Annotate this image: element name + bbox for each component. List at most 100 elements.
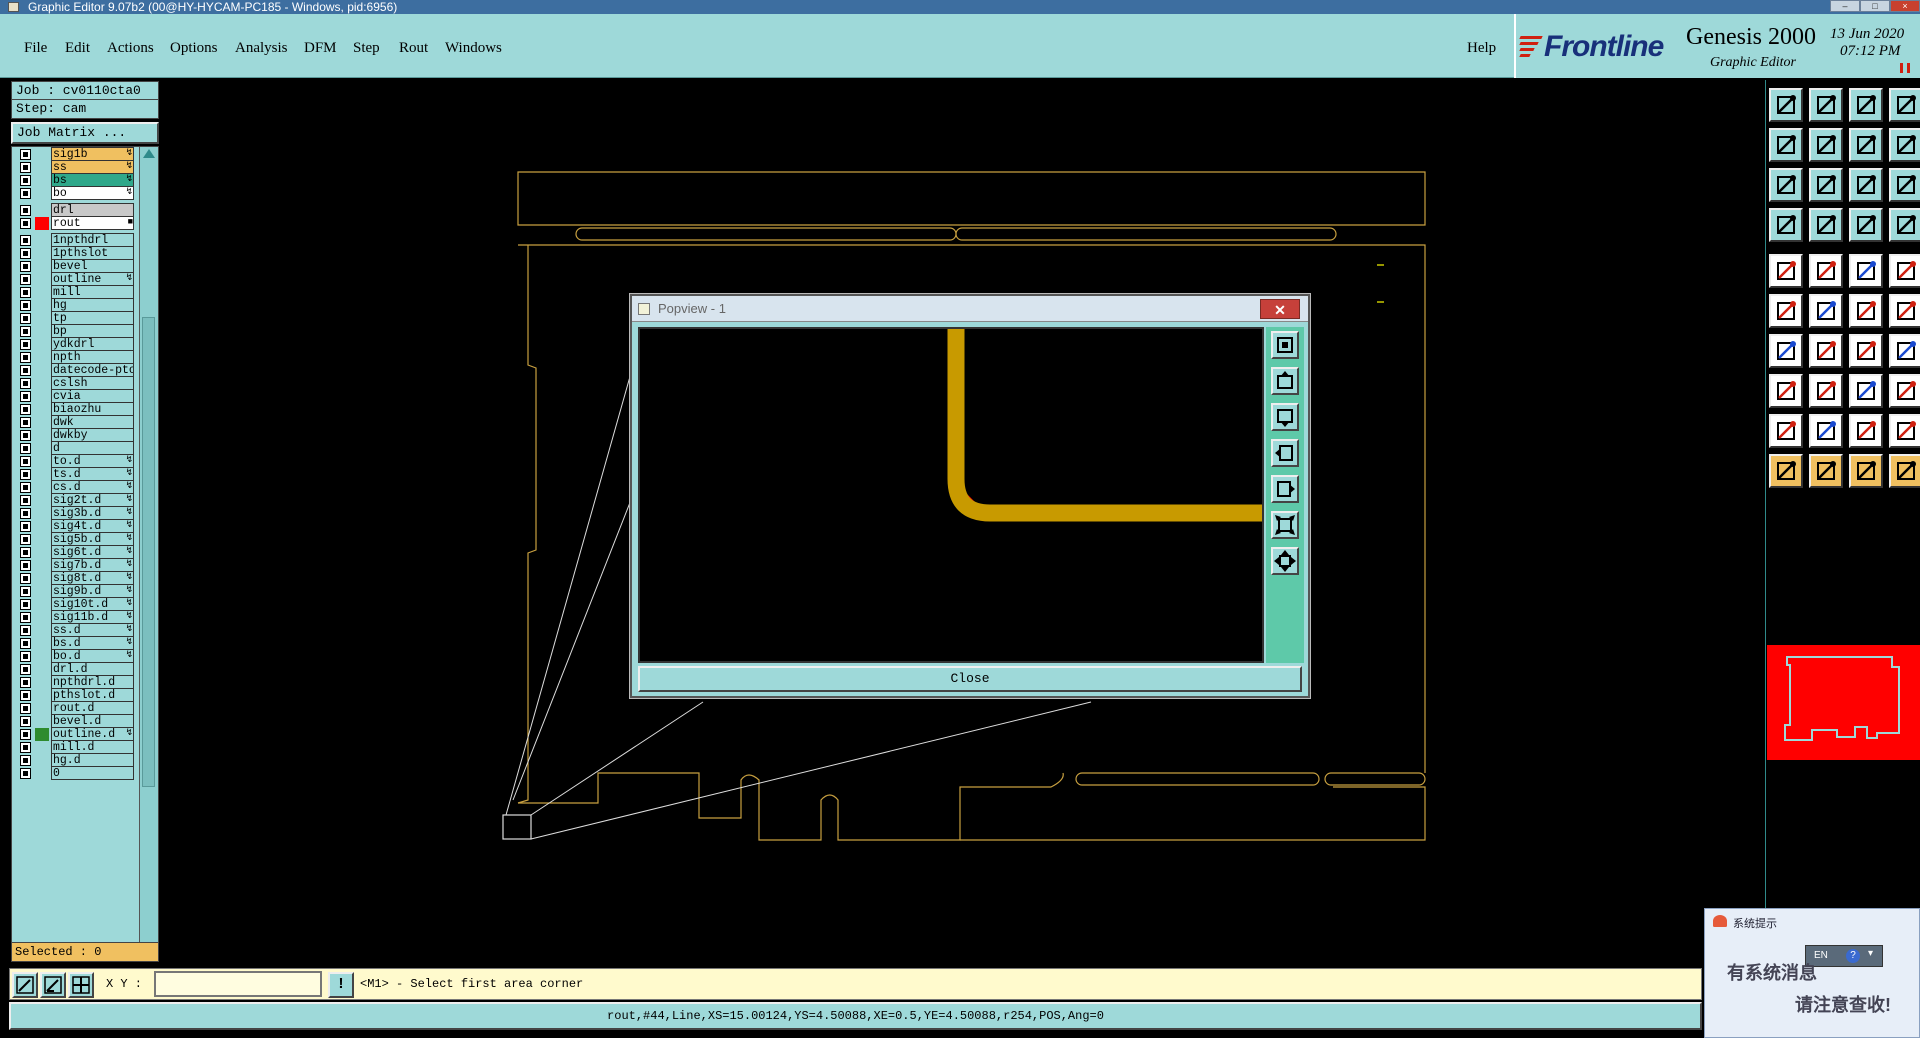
layer-checkbox[interactable] xyxy=(20,175,31,186)
layer-name[interactable]: outline.d xyxy=(51,727,134,741)
pause-icon[interactable] xyxy=(1900,63,1910,73)
layer-checkbox[interactable] xyxy=(20,612,31,623)
select-icon[interactable] xyxy=(1769,454,1803,488)
layer-checkbox[interactable] xyxy=(20,547,31,558)
layer-checkbox[interactable] xyxy=(20,651,31,662)
move-right-icon[interactable] xyxy=(1809,128,1843,162)
dual-arch-icon[interactable] xyxy=(1889,414,1920,448)
layer-name[interactable]: biaozhu xyxy=(51,402,134,416)
ratio-icon[interactable] xyxy=(1849,168,1883,202)
menu-analysis[interactable]: Analysis xyxy=(235,40,288,57)
layer-name[interactable]: ss.d xyxy=(51,623,134,637)
menu-options[interactable]: Options xyxy=(170,40,218,57)
probe-icon[interactable] xyxy=(1809,208,1843,242)
layer-name[interactable]: sig11b.d xyxy=(51,610,134,624)
layer-checkbox[interactable] xyxy=(20,274,31,285)
pop-zoom-window-icon[interactable] xyxy=(1271,331,1299,359)
menu-rout[interactable]: Rout xyxy=(399,40,428,57)
language-dropdown-icon[interactable]: ▾ xyxy=(1868,948,1873,959)
layer-checkbox[interactable] xyxy=(20,404,31,415)
menu-actions[interactable]: Actions xyxy=(107,40,154,57)
vector-icon[interactable] xyxy=(1849,294,1883,328)
text-f-icon[interactable] xyxy=(1889,334,1920,368)
menu-file[interactable]: File xyxy=(24,40,47,57)
popview-title-bar[interactable]: Popview - 1 ✕ xyxy=(632,296,1308,322)
layer-checkbox[interactable] xyxy=(20,430,31,441)
layer-name[interactable]: sig8t.d xyxy=(51,571,134,585)
pop-pan-left-icon[interactable] xyxy=(1271,439,1299,467)
scroll-thumb[interactable] xyxy=(142,317,155,787)
link-icon[interactable] xyxy=(1889,374,1920,408)
layer-checkbox[interactable] xyxy=(20,469,31,480)
layer-checkbox[interactable] xyxy=(20,508,31,519)
layer-row[interactable]: 0 xyxy=(12,766,137,781)
layer-checkbox[interactable] xyxy=(20,188,31,199)
prompt-info-icon[interactable]: ! xyxy=(328,972,354,998)
select-add-icon[interactable] xyxy=(1809,454,1843,488)
menu-windows[interactable]: Windows xyxy=(445,40,502,57)
ruler-icon[interactable] xyxy=(1849,254,1883,288)
layer-name[interactable]: rout.d xyxy=(51,701,134,715)
layer-name[interactable]: outline xyxy=(51,272,134,286)
center-icon[interactable] xyxy=(1849,374,1883,408)
layer-checkbox[interactable] xyxy=(20,352,31,363)
layer-row[interactable]: bo ↯ xyxy=(12,186,137,201)
layer-checkbox[interactable] xyxy=(20,768,31,779)
layer-name[interactable]: sig7b.d xyxy=(51,558,134,572)
layer-checkbox[interactable] xyxy=(20,716,31,727)
layer-name[interactable]: hg.d xyxy=(51,753,134,767)
layer-name[interactable]: sig9b.d xyxy=(51,584,134,598)
layer-checkbox[interactable] xyxy=(20,313,31,324)
layer-name[interactable]: sig1b xyxy=(51,147,134,161)
layer-checkbox[interactable] xyxy=(20,573,31,584)
window-icon[interactable] xyxy=(1889,88,1920,122)
peak-icon[interactable] xyxy=(1809,414,1843,448)
layer-checkbox[interactable] xyxy=(20,339,31,350)
layer-name[interactable]: cs.d xyxy=(51,480,134,494)
layer-scrollbar[interactable] xyxy=(139,147,158,953)
layer-name[interactable]: dwk xyxy=(51,415,134,429)
arch-icon[interactable] xyxy=(1849,414,1883,448)
help-icon[interactable] xyxy=(1889,168,1920,202)
layer-name[interactable]: to.d xyxy=(51,454,134,468)
layer-name[interactable]: bevel.d xyxy=(51,714,134,728)
layer-name[interactable]: bp xyxy=(51,324,134,338)
layer-checkbox[interactable] xyxy=(20,149,31,160)
pop-fit-horizontal-icon[interactable] xyxy=(1271,547,1299,575)
layer-checkbox[interactable] xyxy=(20,162,31,173)
send-to-back-icon[interactable] xyxy=(1769,88,1803,122)
layer-checkbox[interactable] xyxy=(20,599,31,610)
fit-vertical-icon[interactable] xyxy=(1769,168,1803,202)
layer-name[interactable]: mill xyxy=(51,285,134,299)
cross-icon[interactable] xyxy=(1809,294,1843,328)
layer-name[interactable]: datecode-pto xyxy=(51,363,134,377)
layer-name[interactable]: pthslot.d xyxy=(51,688,134,702)
layer-name[interactable]: bs.d xyxy=(51,636,134,650)
pop-pan-up-icon[interactable] xyxy=(1271,367,1299,395)
layer-checkbox[interactable] xyxy=(20,755,31,766)
layer-checkbox[interactable] xyxy=(20,326,31,337)
xy-input[interactable] xyxy=(154,971,322,997)
move-left-icon[interactable] xyxy=(1769,128,1803,162)
measure-icon[interactable] xyxy=(1769,208,1803,242)
popview-close-icon[interactable]: ✕ xyxy=(1260,299,1300,319)
layer-name[interactable]: bs xyxy=(51,173,134,187)
net-icon[interactable] xyxy=(1849,208,1883,242)
layer-name[interactable]: ts.d xyxy=(51,467,134,481)
minimize-button[interactable]: – xyxy=(1830,0,1860,12)
layer-name[interactable]: cslsh xyxy=(51,376,134,390)
layer-name[interactable]: sig10t.d xyxy=(51,597,134,611)
layer-name[interactable]: npthdrl.d xyxy=(51,675,134,689)
maximize-button[interactable]: □ xyxy=(1860,0,1890,12)
menu-edit[interactable]: Edit xyxy=(65,40,90,57)
layer-name[interactable]: sig5b.d xyxy=(51,532,134,546)
layer-checkbox[interactable] xyxy=(20,235,31,246)
mini-map[interactable] xyxy=(1767,645,1920,760)
layer-name[interactable]: 1npthdrl xyxy=(51,233,134,247)
dot-icon[interactable] xyxy=(1889,254,1920,288)
select-net-icon[interactable] xyxy=(1889,454,1920,488)
fit-all-icon[interactable] xyxy=(1809,168,1843,202)
bring-to-front-icon[interactable] xyxy=(1809,88,1843,122)
minus-icon[interactable] xyxy=(1809,374,1843,408)
menu-help[interactable]: Help xyxy=(1467,40,1496,57)
